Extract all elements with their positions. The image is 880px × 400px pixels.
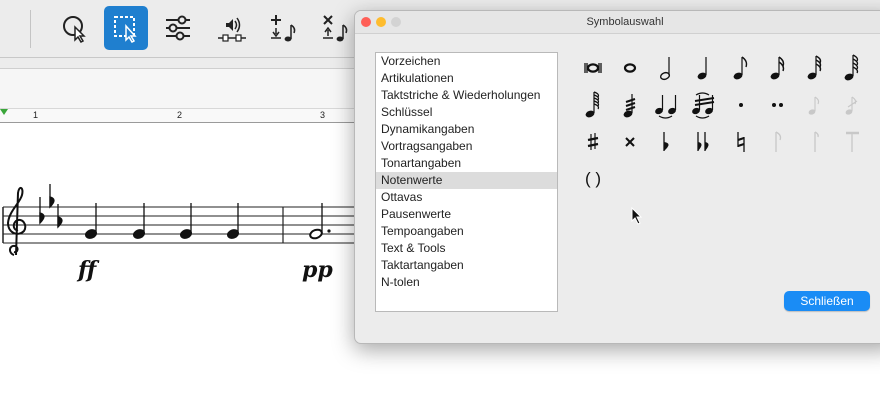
- parentheses-symbol[interactable]: ( ): [576, 164, 610, 194]
- symbol-picker-dialog: Symbolauswahl Vorzeichen Artikulationen …: [354, 10, 880, 344]
- category-item-selected[interactable]: Notenwerte: [376, 172, 557, 189]
- category-item[interactable]: Artikulationen: [376, 70, 557, 87]
- lasso-select-icon: [63, 16, 86, 43]
- hundred-twenty-eighth-note-icon[interactable]: [576, 90, 610, 120]
- category-item[interactable]: Taktartangaben: [376, 257, 557, 274]
- lasso-select-button[interactable]: [52, 6, 96, 50]
- rect-select-icon: [114, 16, 137, 43]
- natural-icon[interactable]: [724, 127, 758, 157]
- acciaccatura-disabled-icon: [835, 90, 869, 120]
- category-item[interactable]: Text & Tools: [376, 240, 557, 257]
- category-item[interactable]: Vortragsangaben: [376, 138, 557, 155]
- breve-note-icon[interactable]: [576, 53, 610, 83]
- mixer-button[interactable]: [156, 6, 200, 50]
- tied-notes-icon[interactable]: [650, 90, 684, 120]
- category-item[interactable]: Ottavas: [376, 189, 557, 206]
- quarter-note-icon[interactable]: [687, 53, 721, 83]
- flat-icon[interactable]: [650, 127, 684, 157]
- category-item[interactable]: Tempoangaben: [376, 223, 557, 240]
- half-note-icon[interactable]: [650, 53, 684, 83]
- dynamic-marking[interactable]: pp: [302, 257, 333, 283]
- dynamic-marking[interactable]: ff: [78, 257, 96, 283]
- mixer-sliders-icon: [166, 15, 190, 41]
- staff-system[interactable]: [0, 123, 360, 273]
- playhead-marker-icon[interactable]: [0, 109, 10, 119]
- delete-note-button[interactable]: [314, 6, 358, 50]
- ruler-number: 3: [320, 110, 326, 120]
- grace-note-disabled-icon: [798, 90, 832, 120]
- double-dot-icon[interactable]: [761, 90, 795, 120]
- thirty-second-note-icon[interactable]: [798, 53, 832, 83]
- tremolo-note-icon[interactable]: [613, 90, 647, 120]
- category-item[interactable]: N-tolen: [376, 274, 557, 291]
- zoom-window-button[interactable]: [391, 17, 401, 27]
- mouse-pointer-icon: [631, 207, 643, 225]
- dialog-title: Symbolauswahl: [586, 16, 664, 28]
- category-item[interactable]: Taktstriche & Wiederholungen: [376, 87, 557, 104]
- stem-disabled-icon: [798, 127, 832, 157]
- eighth-note-icon[interactable]: [724, 53, 758, 83]
- beam-stem-disabled-icon: [835, 127, 869, 157]
- insert-note-icon: [271, 15, 296, 42]
- double-flat-icon[interactable]: [687, 127, 721, 157]
- key-signature-flats: [39, 184, 63, 229]
- close-button[interactable]: Schließen: [784, 291, 870, 311]
- tied-tremolo-notes-icon[interactable]: [687, 90, 721, 120]
- category-item[interactable]: Pausenwerte: [376, 206, 557, 223]
- ruler-number: 1: [33, 110, 39, 120]
- toolbar-separator: [30, 10, 31, 48]
- augmentation-dot-icon[interactable]: [724, 90, 758, 120]
- whole-note-icon[interactable]: [613, 53, 647, 83]
- ruler-number: 2: [177, 110, 183, 120]
- sixty-fourth-note-icon[interactable]: [835, 53, 869, 83]
- category-item[interactable]: Schlüssel: [376, 104, 557, 121]
- insert-note-button[interactable]: [262, 6, 306, 50]
- sharp-icon[interactable]: [576, 127, 610, 157]
- playback-speaker-icon: [218, 17, 246, 42]
- treble-clef-icon: [6, 187, 27, 256]
- minimize-window-button[interactable]: [376, 17, 386, 27]
- sixteenth-note-icon[interactable]: [761, 53, 795, 83]
- double-sharp-icon[interactable]: [613, 127, 647, 157]
- category-item[interactable]: Tonartangaben: [376, 155, 557, 172]
- close-window-button[interactable]: [361, 17, 371, 27]
- category-item[interactable]: Dynamikangaben: [376, 121, 557, 138]
- category-list[interactable]: Vorzeichen Artikulationen Taktstriche & …: [375, 52, 558, 312]
- rect-select-button[interactable]: [104, 6, 148, 50]
- stem-flag-disabled-icon: [761, 127, 795, 157]
- category-item[interactable]: Vorzeichen: [376, 53, 557, 70]
- playback-button[interactable]: [210, 6, 254, 50]
- delete-note-icon: [323, 15, 348, 42]
- dialog-titlebar[interactable]: Symbolauswahl: [355, 11, 880, 34]
